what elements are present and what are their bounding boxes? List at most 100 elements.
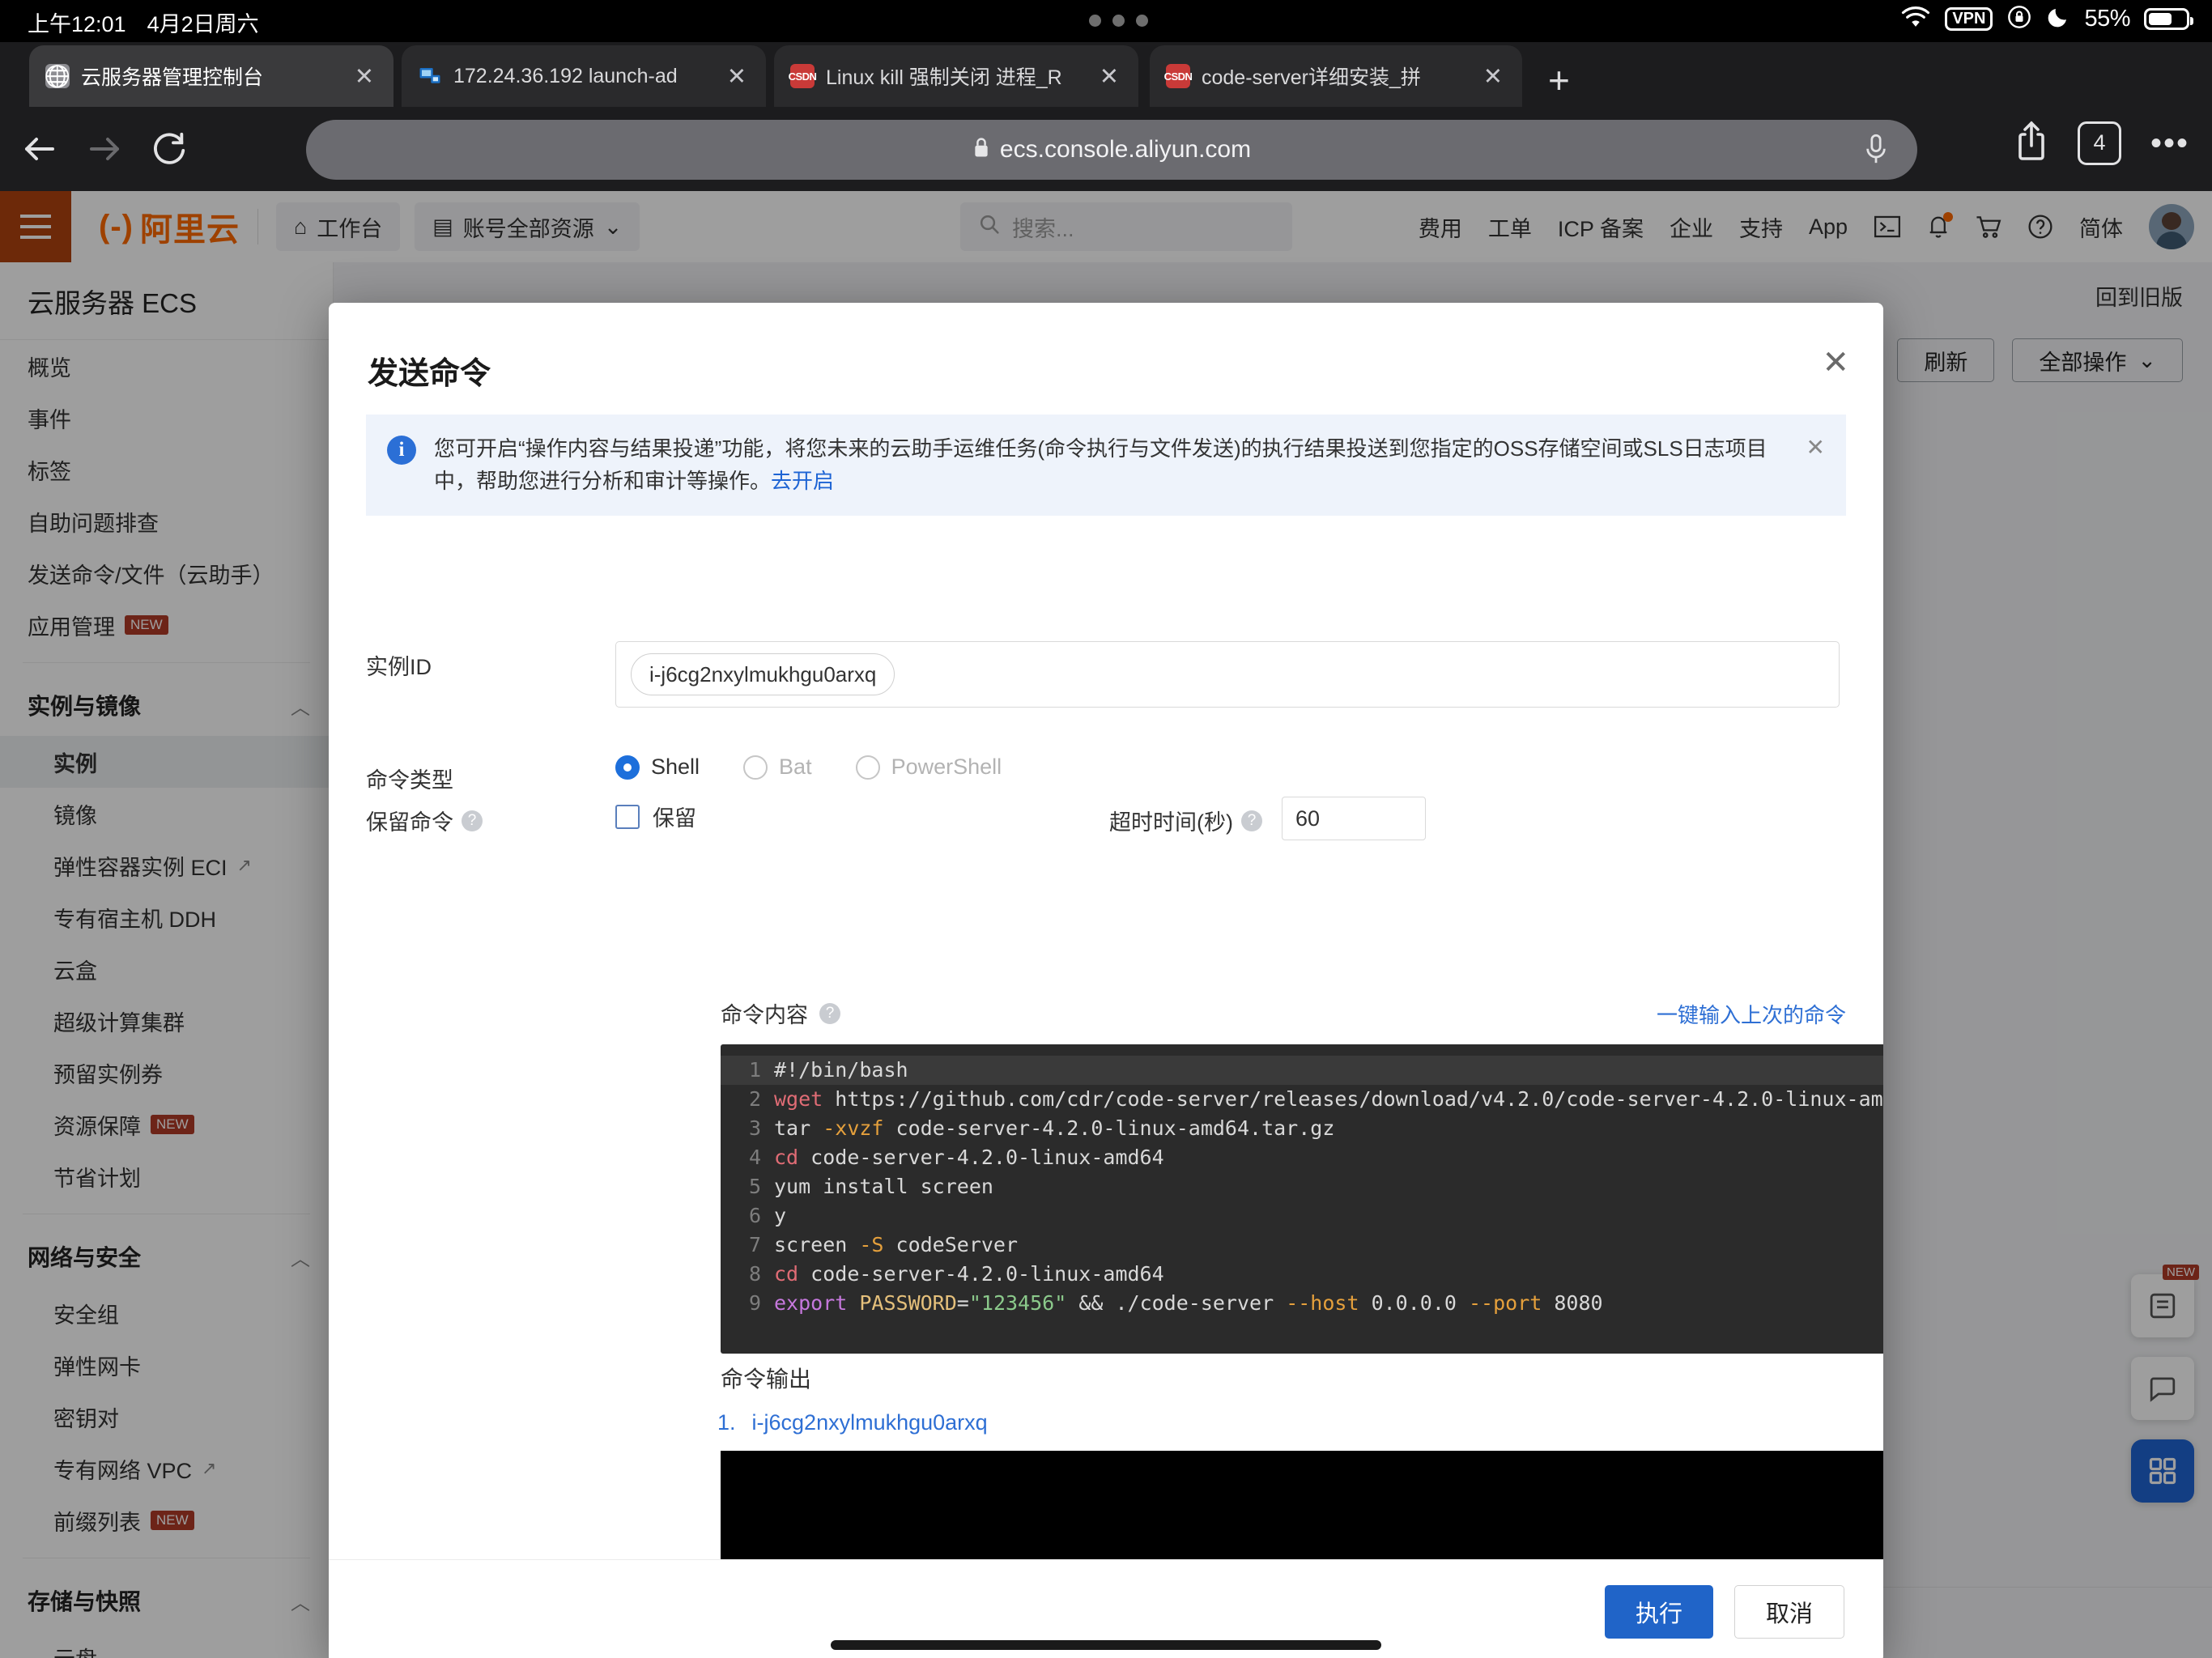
vpn-badge: VPN [1945, 7, 1993, 31]
console-page: (-) 阿里云 ⌂ 工作台 ▤ 账号全部资源 ⌄ 搜索... 费用 工单 ICP… [0, 191, 2212, 1658]
keep-command-field: 保留命令 ? 保留 [366, 797, 696, 836]
microphone-icon[interactable] [1862, 133, 1890, 171]
forward-arrow-icon [79, 124, 130, 174]
battery-icon [2144, 8, 2193, 30]
url-text: ecs.console.aliyun.com [999, 136, 1252, 163]
close-icon[interactable]: ✕ [1822, 346, 1849, 379]
code-line: 2 wget https://github.com/cdr/code-server… [721, 1085, 1883, 1114]
code-line: 4 cd code-server-4.2.0-linux-amd64 [721, 1143, 1883, 1172]
code-line: 3 tar -xvzf code-server-4.2.0-linux-amd64… [721, 1114, 1883, 1143]
tab-title: Linux kill 强制关闭 进程_R [826, 66, 1062, 89]
enable-link[interactable]: 去开启 [771, 469, 834, 493]
help-icon[interactable]: ? [462, 810, 483, 831]
dot [1089, 15, 1101, 27]
radio-label: PowerShell [891, 755, 1002, 779]
code-line: 1 #!/bin/bash [721, 1056, 1883, 1085]
output-instance-id[interactable]: i-j6cg2nxylmukhgu0arxq [752, 1410, 988, 1435]
checkbox-box [615, 804, 640, 829]
execute-button[interactable]: 执行 [1604, 1584, 1713, 1639]
keep-checkbox[interactable]: 保留 [615, 797, 696, 836]
csdn-icon: CSDN [789, 64, 817, 88]
code-line: 8 cd code-server-4.2.0-linux-amd64 [721, 1260, 1883, 1289]
line-number: 1 [748, 1058, 761, 1082]
reload-icon[interactable] [144, 124, 194, 174]
radio-label: Bat [779, 755, 812, 779]
globe-icon [45, 64, 70, 88]
reuse-last-command-link[interactable]: 一键输入上次的命令 [1657, 999, 1846, 1029]
send-command-dialog: 发送命令 ✕ i 您可开启“操作内容与结果投递”功能，将您未来的云助手运维任务(… [329, 303, 1883, 1658]
line-number: 7 [748, 1233, 761, 1256]
close-tab-icon[interactable]: ✕ [347, 62, 382, 91]
date: 4月2日周六 [147, 12, 259, 36]
help-icon[interactable]: ? [1240, 810, 1262, 831]
line-number: 4 [748, 1146, 761, 1169]
wifi-icon [1900, 5, 1931, 33]
tab-count-button[interactable]: 4 [2077, 121, 2121, 165]
output-index: 1. [717, 1410, 736, 1435]
cancel-button[interactable]: 取消 [1733, 1584, 1844, 1639]
line-number: 5 [748, 1175, 761, 1198]
tab-strip: 云服务器管理控制台 ✕ 172.24.36.192 launch-ad ✕ CS… [0, 42, 2212, 107]
radio-shell[interactable]: Shell [615, 755, 700, 780]
radio-bat[interactable]: Bat [743, 755, 812, 780]
instance-id-tag[interactable]: i-j6cg2nxylmukhgu0arxq [631, 653, 895, 695]
browser-toolbar: ecs.console.aliyun.com 4 ••• [0, 107, 2212, 191]
command-output-label: 命令输出 [721, 1367, 812, 1392]
status-bar-right: VPN 55% [1900, 4, 2193, 34]
output-instance-item: 1. i-j6cg2nxylmukhgu0arxq [717, 1410, 988, 1435]
command-content-label: 命令内容 ? [721, 997, 840, 1029]
toolbar-right: 4 ••• [2014, 120, 2189, 166]
label-text: 实例ID [366, 655, 432, 679]
info-icon: i [387, 436, 416, 465]
browser-tab-2[interactable]: CSDN Linux kill 强制关闭 进程_R ✕ [774, 45, 1138, 107]
lock-icon [972, 137, 990, 164]
alert-body: 您可开启“操作内容与结果投递”功能，将您未来的云助手运维任务(命令执行与文件发送… [434, 436, 1767, 494]
dot [1112, 15, 1125, 27]
code-text: y [774, 1204, 787, 1227]
browser-tab-0[interactable]: 云服务器管理控制台 ✕ [29, 45, 393, 107]
help-icon[interactable]: ? [819, 1002, 840, 1024]
csdn-icon: CSDN [1164, 64, 1193, 88]
more-dots-icon[interactable]: ••• [2150, 127, 2189, 159]
code-text: tar -xvzf code-server-4.2.0-linux-amd64.… [774, 1116, 1335, 1140]
radio-dot [615, 755, 640, 780]
address-bar[interactable]: ecs.console.aliyun.com [306, 120, 1917, 180]
browser-tab-1[interactable]: 172.24.36.192 launch-ad ✕ [402, 45, 766, 107]
line-number: 3 [748, 1116, 761, 1140]
multitask-dots[interactable] [1089, 15, 1148, 27]
label-text: 保留命令 [366, 810, 453, 835]
tab-title: code-server详细安装_拼 [1202, 66, 1421, 89]
code-line: 5 yum install screen [721, 1172, 1883, 1201]
close-tab-icon[interactable]: ✕ [719, 62, 755, 91]
dismiss-alert-icon[interactable]: ✕ [1806, 434, 1825, 498]
instance-id-field: 实例ID i-j6cg2nxylmukhgu0arxq [366, 641, 1846, 708]
label-text: 命令类型 [366, 768, 453, 793]
instance-id-input[interactable]: i-j6cg2nxylmukhgu0arxq [615, 641, 1840, 708]
dot [1136, 15, 1148, 27]
close-tab-icon[interactable]: ✕ [1475, 62, 1511, 91]
line-number: 8 [748, 1262, 761, 1286]
line-number: 6 [748, 1204, 761, 1227]
timeout-label: 超时时间(秒) ? [1109, 797, 1262, 836]
command-type-field: 命令类型 Shell Bat PowerShell [366, 755, 1846, 794]
info-alert-text: 您可开启“操作内容与结果投递”功能，将您未来的云助手运维任务(命令执行与文件发送… [434, 432, 1780, 498]
info-alert: i 您可开启“操作内容与结果投递”功能，将您未来的云助手运维任务(命令执行与文件… [366, 414, 1846, 516]
label-text: 命令内容 [721, 1003, 808, 1027]
browser-tab-3[interactable]: CSDN code-server详细安装_拼 ✕ [1150, 45, 1522, 107]
new-tab-button[interactable]: + [1548, 62, 1570, 99]
home-indicator [831, 1640, 1381, 1650]
back-arrow-icon[interactable] [15, 124, 65, 174]
command-editor[interactable]: 1 #!/bin/bash 2 wget https://github.com/cdr… [721, 1044, 1883, 1354]
radio-dot [743, 755, 768, 780]
timeout-input[interactable]: 60 [1281, 797, 1426, 840]
code-line: 9 export PASSWORD="123456" && ./code-serv… [721, 1289, 1883, 1318]
rotation-lock-icon [2006, 4, 2032, 34]
close-tab-icon[interactable]: ✕ [1091, 62, 1127, 91]
radio-powershell[interactable]: PowerShell [855, 755, 1002, 780]
code-text: wget https://github.com/cdr/code-server/… [774, 1087, 1883, 1111]
checkbox-label: 保留 [653, 806, 696, 831]
share-icon[interactable] [2014, 120, 2048, 166]
code-text: screen -S codeServer [774, 1233, 1019, 1256]
line-number: 2 [748, 1087, 761, 1111]
tab-title: 172.24.36.192 launch-ad [453, 64, 678, 87]
